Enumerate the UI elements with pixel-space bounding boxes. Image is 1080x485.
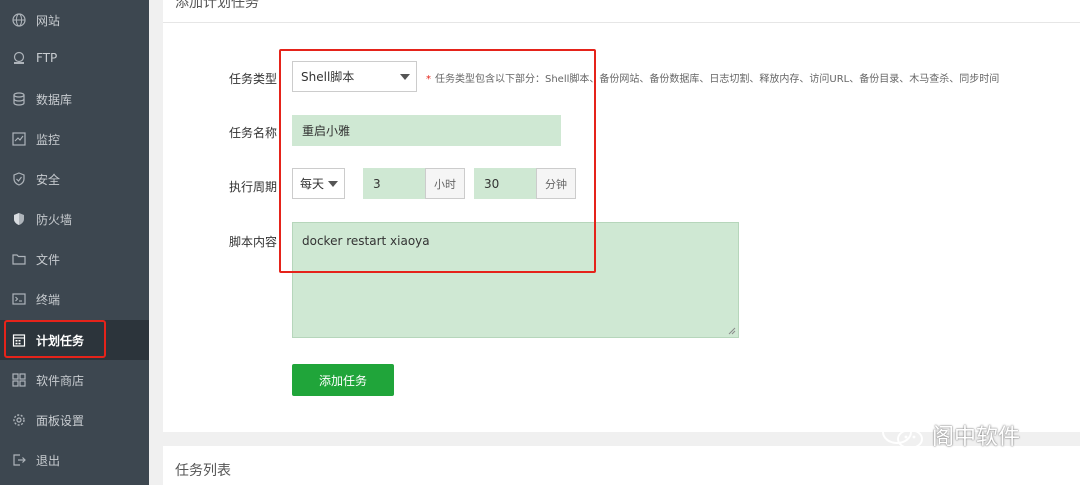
logout-icon: [12, 453, 26, 467]
sidebar-item-settings[interactable]: 面板设置: [0, 400, 149, 440]
sidebar-item-label: 退出: [36, 453, 61, 468]
sidebar-item-label: 文件: [36, 252, 61, 267]
sidebar-item-label: 安全: [36, 172, 61, 187]
firewall-icon: [12, 212, 26, 226]
sidebar-item-label: 数据库: [36, 92, 73, 107]
sidebar-item-label: 软件商店: [36, 373, 85, 388]
sidebar-highlight-box: [4, 320, 106, 358]
sidebar-item-label: 面板设置: [36, 413, 85, 428]
period-label: 执行周期: [229, 180, 278, 194]
ftp-icon: [12, 51, 26, 65]
monitor-icon: [12, 132, 26, 146]
sidebar-item-label: 防火墙: [36, 212, 73, 227]
watermark: 阁中软件: [880, 418, 1020, 452]
task-type-label: 任务类型: [229, 72, 278, 86]
add-task-button[interactable]: 添加任务: [292, 364, 394, 396]
folder-icon: [12, 252, 26, 266]
sidebar-item-terminal[interactable]: 终端: [0, 279, 149, 319]
sidebar-item-website[interactable]: 网站: [0, 0, 149, 40]
resize-grip-icon[interactable]: [728, 327, 736, 335]
sidebar-item-label: 终端: [36, 292, 61, 307]
sidebar-item-security[interactable]: 安全: [0, 159, 149, 199]
database-icon: [12, 92, 26, 106]
add-task-panel: 添加计划任务 任务类型 Shell脚本 * 任务类型包含以下部分：Shell脚本、…: [163, 0, 1080, 432]
sidebar-item-monitor[interactable]: 监控: [0, 119, 149, 159]
sidebar-item-ftp[interactable]: FTP: [0, 38, 149, 78]
sidebar-item-label: FTP: [36, 51, 58, 65]
wechat-icon: [882, 420, 923, 449]
script-label: 脚本内容: [229, 235, 278, 249]
sidebar-item-label: 监控: [36, 132, 61, 147]
sidebar-item-firewall[interactable]: 防火墙: [0, 199, 149, 239]
panel-divider: [163, 22, 1080, 23]
sidebar-item-store[interactable]: 软件商店: [0, 360, 149, 400]
sidebar-item-database[interactable]: 数据库: [0, 79, 149, 119]
watermark-text: 阁中软件: [932, 425, 1021, 450]
form-highlight-box: [279, 49, 596, 273]
apps-icon: [12, 373, 26, 387]
sidebar-item-label: 网站: [36, 13, 61, 28]
shield-icon: [12, 172, 26, 186]
task-list-title: 任务列表: [175, 463, 231, 479]
sidebar-item-files[interactable]: 文件: [0, 239, 149, 279]
task-name-label: 任务名称: [229, 126, 278, 140]
gear-icon: [12, 413, 26, 427]
panel-title: 添加计划任务: [175, 0, 259, 11]
sidebar-item-logout[interactable]: 退出: [0, 440, 149, 480]
globe-icon: [12, 13, 26, 27]
terminal-icon: [12, 292, 26, 306]
sidebar: 网站 FTP 数据库 监控 安全 防火墙 文件 终端 计划任务 软件商店 面板设…: [0, 0, 149, 485]
